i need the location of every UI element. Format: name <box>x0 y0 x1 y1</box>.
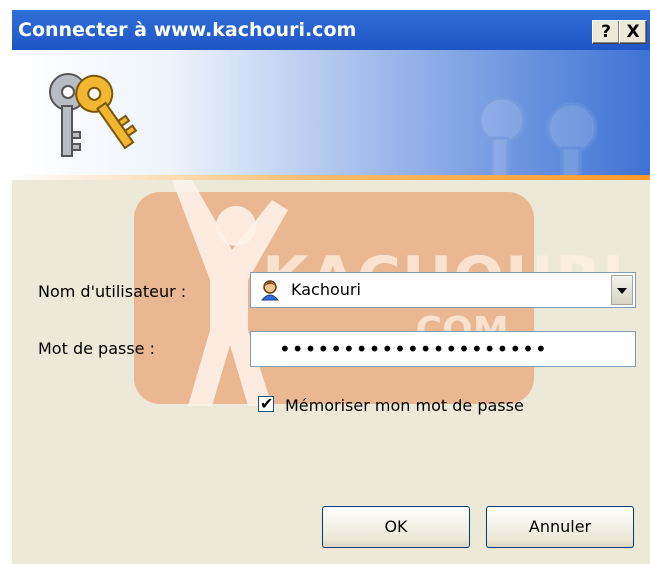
login-dialog: Connecter à www.kachouri.com ? X Nom d'u… <box>12 10 650 564</box>
username-label: Nom d'utilisateur : <box>38 282 187 301</box>
user-icon <box>260 280 280 301</box>
password-label: Mot de passe : <box>38 339 155 358</box>
close-button[interactable]: X <box>619 20 647 44</box>
banner-divider <box>12 175 650 180</box>
banner-keys-watermark-icon <box>478 96 598 180</box>
help-button[interactable]: ? <box>592 20 620 44</box>
remember-label[interactable]: Mémoriser mon mot de passe <box>285 396 524 415</box>
window-title: Connecter à www.kachouri.com <box>18 19 357 41</box>
keys-icon <box>49 73 138 157</box>
username-dropdown-button[interactable] <box>611 275 633 305</box>
banner <box>12 50 650 180</box>
cancel-button[interactable]: Annuler <box>486 506 634 548</box>
title-bar[interactable]: Connecter à www.kachouri.com ? X <box>12 10 650 50</box>
remember-checkbox[interactable]: ✔ <box>258 394 274 413</box>
password-mask: ••••••••••••••••••••• <box>279 337 548 361</box>
ok-button[interactable]: OK <box>322 506 470 548</box>
password-field[interactable]: ••••••••••••••••••••• <box>250 331 636 367</box>
username-value: Kachouri <box>291 280 361 299</box>
username-combobox[interactable]: Kachouri <box>250 272 636 308</box>
checkmark-icon: ✔ <box>260 394 274 413</box>
